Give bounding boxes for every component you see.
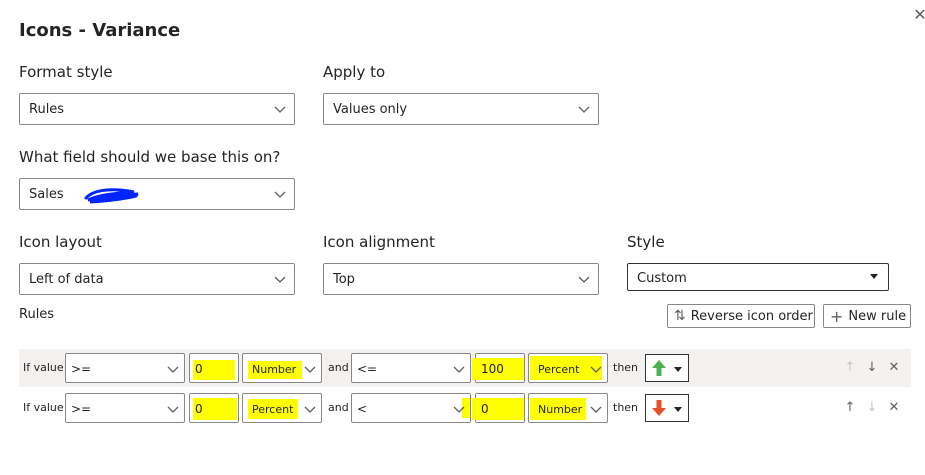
icon-layout-value: Left of data [29, 272, 104, 287]
move-down-icon[interactable]: ↓ [865, 361, 879, 375]
chevron-down-icon [578, 276, 590, 283]
icon-alignment-label: Icon alignment [323, 233, 435, 251]
chevron-down-icon [274, 191, 286, 198]
value-input[interactable]: 100 [472, 353, 525, 383]
apply-to-value: Values only [333, 102, 408, 117]
value-type-dropdown[interactable]: Percent [242, 393, 322, 423]
then-label: then [613, 401, 639, 414]
new-rule-button[interactable]: + New rule [823, 304, 911, 328]
base-field-label: What field should we base this on? [19, 148, 281, 166]
chevron-down-icon [578, 106, 590, 113]
caret-down-icon [674, 407, 682, 412]
chevron-down-icon [304, 366, 316, 373]
new-rule-label: New rule [848, 308, 907, 324]
icon-picker[interactable] [645, 354, 689, 382]
value-input[interactable]: 0 [189, 393, 239, 423]
value-type-dropdown[interactable]: Percent [528, 353, 608, 383]
operator-value: < [357, 402, 368, 416]
value-type-text: Number [252, 363, 297, 376]
red-down-arrow-icon [652, 400, 666, 416]
icon-layout-label: Icon layout [19, 233, 102, 251]
value-input[interactable]: 0 [472, 393, 525, 423]
move-up-icon[interactable]: ↑ [843, 361, 857, 375]
operator-value: <= [357, 362, 378, 376]
icon-alignment-value: Top [333, 272, 355, 287]
apply-to-label: Apply to [323, 63, 386, 81]
format-style-value: Rules [29, 102, 65, 117]
operator-dropdown[interactable]: < [351, 393, 471, 423]
green-up-arrow-icon [652, 360, 666, 376]
operator-value: >= [71, 362, 92, 376]
plus-icon: + [830, 306, 844, 326]
chevron-down-icon [304, 406, 316, 413]
delete-rule-icon[interactable]: ✕ [887, 401, 901, 415]
icon-alignment-dropdown[interactable]: Top [323, 263, 599, 295]
reverse-icon-order-label: Reverse icon order [690, 308, 813, 324]
value-text: 0 [195, 362, 203, 376]
close-icon[interactable]: ✕ [911, 6, 925, 24]
swap-vertical-icon: ⇅ [674, 308, 686, 324]
value-input[interactable]: 0 [189, 353, 239, 383]
chevron-down-icon [167, 406, 179, 413]
and-label: and [328, 401, 349, 414]
chevron-down-icon [274, 276, 286, 283]
rules-label: Rules [19, 307, 55, 322]
caret-down-icon [870, 274, 878, 279]
chevron-down-icon [453, 366, 465, 373]
style-label: Style [627, 233, 665, 251]
operator-dropdown[interactable]: >= [65, 393, 185, 423]
value-type-dropdown[interactable]: Number [528, 393, 608, 423]
value-type-text: Percent [252, 403, 294, 416]
if-value-label: If value [23, 401, 64, 414]
chevron-down-icon [167, 366, 179, 373]
and-label: and [328, 361, 349, 374]
reverse-icon-order-button[interactable]: ⇅ Reverse icon order [667, 304, 815, 328]
base-field-value: Sales [29, 187, 64, 202]
move-down-icon[interactable]: ↓ [865, 401, 879, 415]
chevron-down-icon [590, 406, 602, 413]
highlight-mark [472, 398, 524, 420]
operator-dropdown[interactable]: <= [351, 353, 471, 383]
style-dropdown[interactable]: Custom [627, 263, 889, 291]
apply-to-dropdown[interactable]: Values only [323, 93, 599, 125]
value-text: 0 [481, 402, 489, 416]
base-field-dropdown[interactable]: Sales [19, 178, 295, 210]
rule-row: If value >= 0 Percent and < 0 Number the… [19, 389, 911, 427]
icon-layout-dropdown[interactable]: Left of data [19, 263, 295, 295]
format-style-label: Format style [19, 63, 113, 81]
redaction-scribble [84, 188, 139, 204]
chevron-down-icon [590, 366, 602, 373]
rule-row: If value >= 0 Number and <= 100 Percent … [19, 349, 911, 387]
delete-rule-icon[interactable]: ✕ [887, 361, 901, 375]
chevron-down-icon [274, 106, 286, 113]
value-text: 0 [195, 402, 203, 416]
then-label: then [613, 361, 639, 374]
dialog-title: Icons - Variance [19, 20, 181, 41]
operator-dropdown[interactable]: >= [65, 353, 185, 383]
caret-down-icon [674, 367, 682, 372]
value-type-text: Number [538, 403, 583, 416]
style-value: Custom [637, 271, 687, 286]
if-value-label: If value [23, 361, 64, 374]
value-type-dropdown[interactable]: Number [242, 353, 322, 383]
move-up-icon[interactable]: ↑ [843, 401, 857, 415]
operator-value: >= [71, 402, 92, 416]
value-text: 100 [481, 362, 504, 376]
chevron-down-icon [453, 406, 465, 413]
format-style-dropdown[interactable]: Rules [19, 93, 295, 125]
value-type-text: Percent [538, 363, 580, 376]
icon-picker[interactable] [645, 394, 689, 422]
